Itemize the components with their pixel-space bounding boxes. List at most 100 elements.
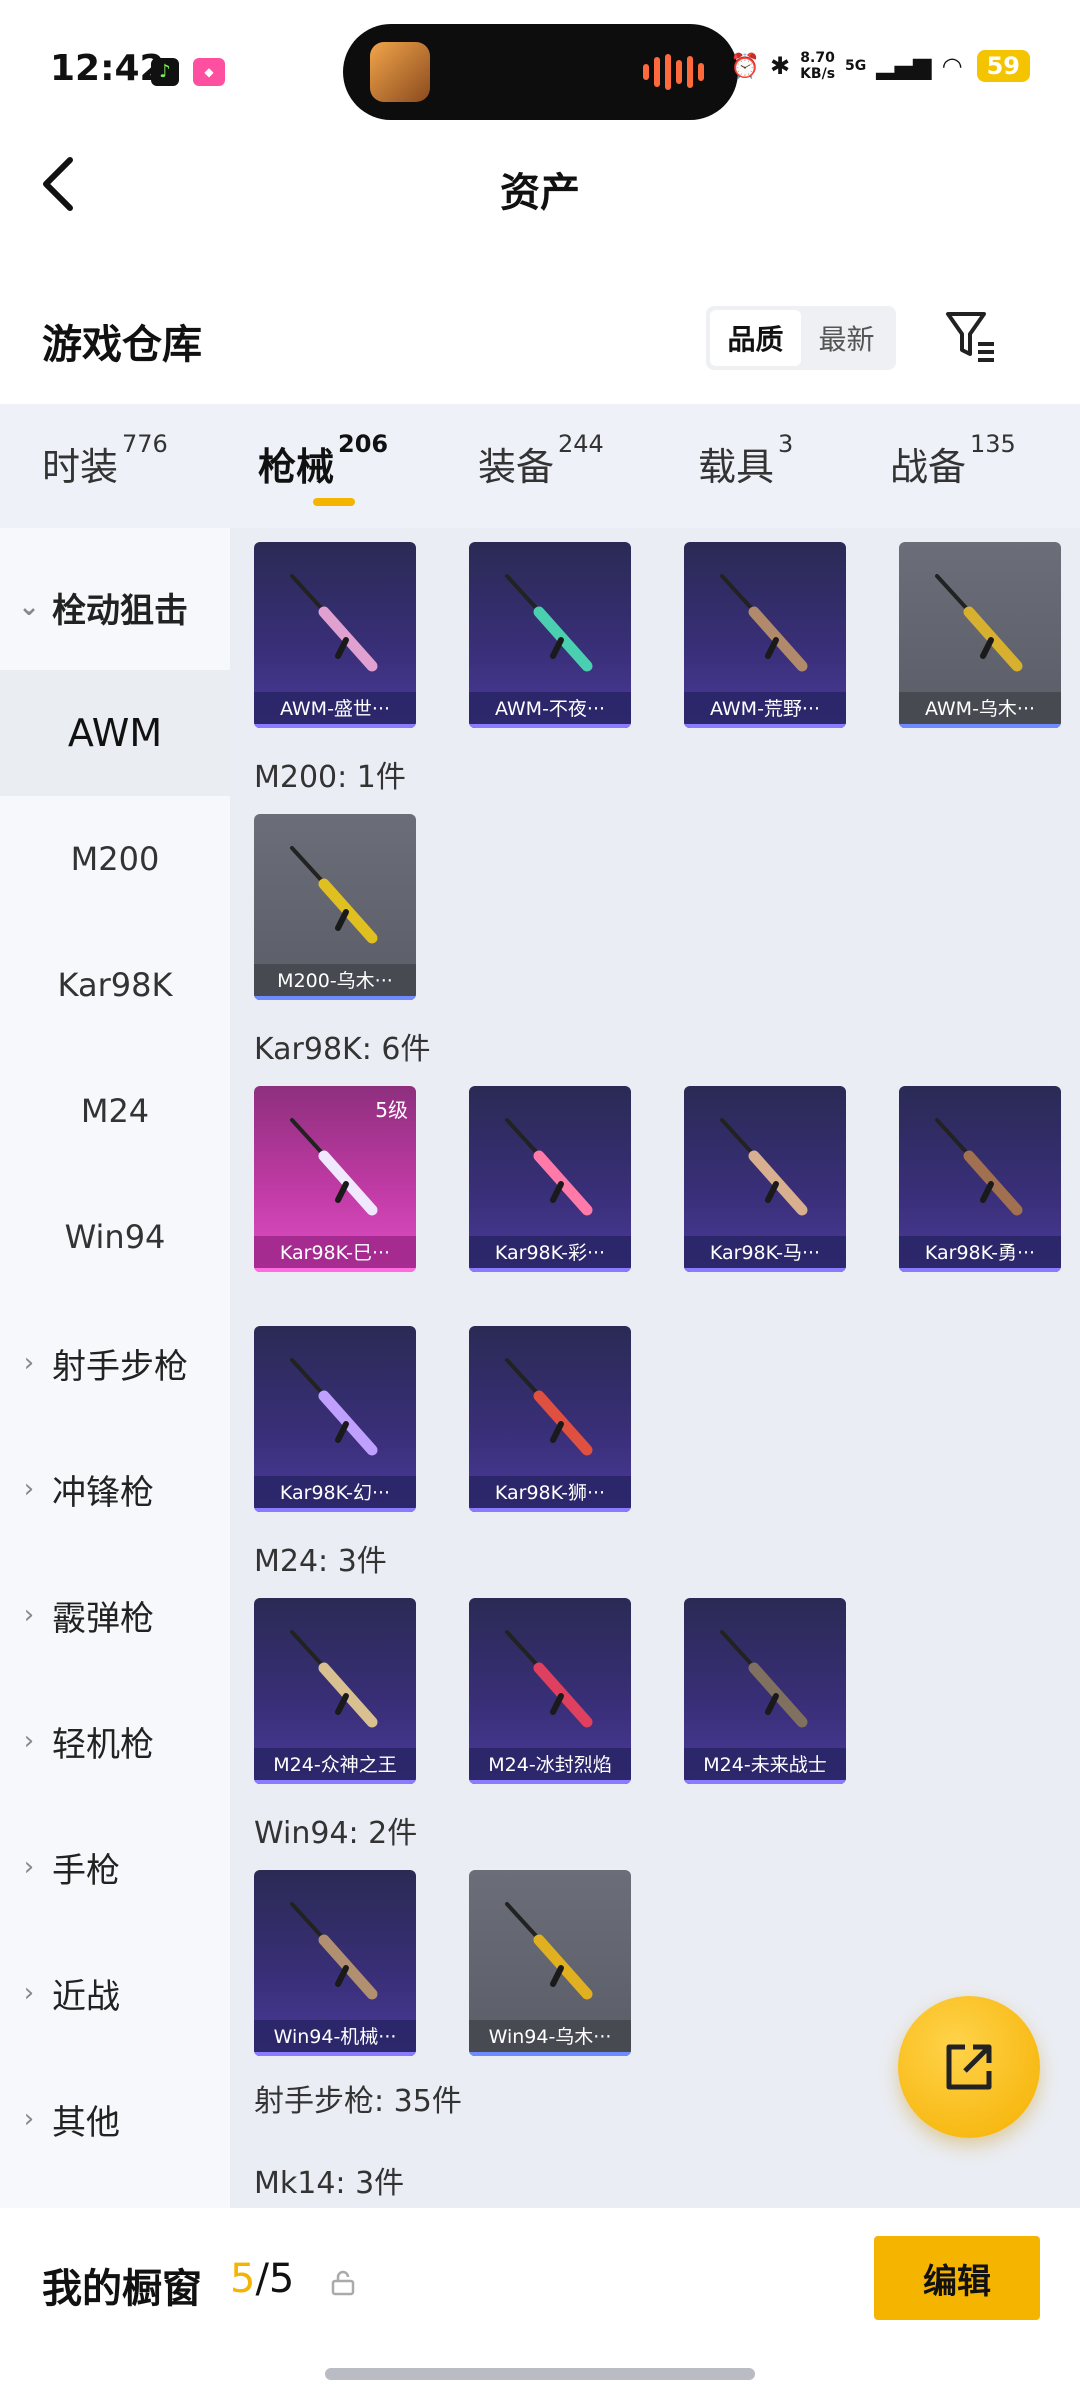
edit-button[interactable]: 编辑 — [874, 2236, 1040, 2320]
sidebar-item-shotgun[interactable]: › 霰弹枪 — [0, 1552, 230, 1678]
rifle-image — [935, 574, 1023, 672]
sidebar-item-lmg[interactable]: › 轻机枪 — [0, 1678, 230, 1804]
item-name: AWM-荒野··· — [684, 692, 846, 728]
item-card[interactable]: M24-未来战士 — [684, 1598, 846, 1784]
group-label-m24: M24: 3件 — [254, 1544, 387, 1579]
chevron-right-icon: › — [23, 1852, 35, 1882]
home-indicator — [325, 2368, 755, 2380]
chevron-right-icon: › — [23, 1726, 35, 1756]
sidebar-item-m200[interactable]: M200 — [0, 796, 230, 922]
item-name: Kar98K-彩··· — [469, 1236, 631, 1272]
item-name: Kar98K-勇··· — [899, 1236, 1061, 1272]
item-name: Win94-乌木··· — [469, 2020, 631, 2056]
rifle-image — [290, 1118, 378, 1216]
item-name: Kar98K-狮··· — [469, 1476, 631, 1512]
rifle-image — [720, 1630, 808, 1728]
share-button[interactable] — [898, 1996, 1040, 2138]
item-card[interactable]: Kar98K-彩··· — [469, 1086, 631, 1272]
tab-fashion[interactable]: 时装776 — [42, 430, 168, 491]
sidebar-item-m24[interactable]: M24 — [0, 1048, 230, 1174]
item-card[interactable]: Win94-机械··· — [254, 1870, 416, 2056]
group-label-win94: Win94: 2件 — [254, 1816, 418, 1851]
page-title: 资产 — [500, 170, 580, 216]
rifle-image — [505, 1630, 593, 1728]
item-card[interactable]: AWM-不夜··· — [469, 542, 631, 728]
system-icons: ⏰ ✱ 8.70 KB/s 5G ▂▄▆ ◠ 59 — [730, 50, 1030, 82]
showcase-label: 我的橱窗 — [42, 2266, 202, 2312]
sidebar-item-smg[interactable]: › 冲锋枪 — [0, 1426, 230, 1552]
active-tab-indicator — [313, 498, 355, 506]
group-label-marksman: 射手步枪: 35件 — [254, 2084, 462, 2119]
chevron-right-icon: › — [23, 2104, 35, 2134]
item-name: M24-未来战士 — [684, 1748, 846, 1784]
media-thumbnail — [370, 42, 430, 102]
bluetooth-icon: ✱ — [769, 52, 791, 80]
rifle-image — [290, 1902, 378, 2000]
chevron-right-icon: › — [23, 1600, 35, 1630]
alarm-icon: ⏰ — [730, 52, 760, 80]
rifle-image — [290, 574, 378, 672]
item-card[interactable]: Kar98K-马··· — [684, 1086, 846, 1272]
sidebar-item-kar98k[interactable]: Kar98K — [0, 922, 230, 1048]
wifi-icon: ◠ — [941, 52, 963, 80]
sort-toggle: 品质 最新 — [706, 306, 896, 370]
rifle-image — [505, 1118, 593, 1216]
battery-icon: 59 — [976, 50, 1030, 82]
dynamic-island[interactable] — [343, 24, 738, 120]
sidebar-item-awm[interactable]: AWM — [0, 670, 230, 796]
item-card[interactable]: M200-乌木··· — [254, 814, 416, 1000]
rifle-image — [505, 1902, 593, 2000]
sort-newest-button[interactable]: 最新 — [801, 310, 892, 366]
item-name: M200-乌木··· — [254, 964, 416, 1000]
rifle-image — [290, 1358, 378, 1456]
rifle-image — [935, 1118, 1023, 1216]
sort-quality-button[interactable]: 品质 — [710, 310, 801, 366]
item-card[interactable]: Kar98K-狮··· — [469, 1326, 631, 1512]
group-label-kar98k: Kar98K: 6件 — [254, 1032, 431, 1067]
weapon-sidebar: ⌄ 栓动狙击 AWM M200 Kar98K M24 Win94 › 射手步枪 › 冲… — [0, 528, 230, 2208]
chevron-right-icon: › — [23, 1978, 35, 2008]
rifle-image — [290, 846, 378, 944]
item-card[interactable]: AWM-盛世··· — [254, 542, 416, 728]
net-speed: 8.70 KB/s — [800, 50, 836, 82]
group-label-m200: M200: 1件 — [254, 760, 406, 795]
tab-vehicles[interactable]: 载具3 — [698, 430, 793, 491]
item-card[interactable]: Win94-乌木··· — [469, 1870, 631, 2056]
item-card[interactable]: M24-冰封烈焰 — [469, 1598, 631, 1784]
item-name: AWM-盛世··· — [254, 692, 416, 728]
item-card[interactable]: Kar98K-勇··· — [899, 1086, 1061, 1272]
sidebar-item-win94[interactable]: Win94 — [0, 1174, 230, 1300]
category-tabs: 时装776 枪械206 装备244 载具3 战备135 — [0, 404, 1080, 528]
item-name: AWM-乌木··· — [899, 692, 1061, 728]
lock-icon — [331, 2270, 355, 2296]
level-badge: 5级 — [375, 1098, 408, 1122]
item-card[interactable]: 5级 Kar98K-巳··· — [254, 1086, 416, 1272]
status-time: 12:42 — [50, 48, 165, 89]
signal-label: 5G — [845, 58, 867, 74]
chevron-right-icon: › — [23, 1348, 35, 1378]
group-label-mk14: Mk14: 3件 — [254, 2166, 405, 2201]
sidebar-item-bolt-action[interactable]: ⌄ 栓动狙击 — [0, 544, 230, 670]
rifle-image — [720, 574, 808, 672]
item-name: Kar98K-马··· — [684, 1236, 846, 1272]
sidebar-item-marksman[interactable]: › 射手步枪 — [0, 1300, 230, 1426]
tab-guns[interactable]: 枪械206 — [258, 430, 388, 491]
external-link-icon — [946, 2044, 992, 2090]
tab-equipment[interactable]: 装备244 — [478, 430, 604, 491]
app-notification-icon-2: ◆ — [193, 58, 225, 86]
rifle-image — [505, 574, 593, 672]
warehouse-title: 游戏仓库 — [42, 322, 202, 368]
item-name: Win94-机械··· — [254, 2020, 416, 2056]
sidebar-item-other[interactable]: › 其他 — [0, 2056, 230, 2182]
filter-icon[interactable] — [940, 306, 1000, 366]
tab-supplies[interactable]: 战备135 — [890, 430, 1016, 491]
item-card[interactable]: Kar98K-幻··· — [254, 1326, 416, 1512]
sidebar-item-melee[interactable]: › 近战 — [0, 1930, 230, 2056]
item-card[interactable]: AWM-乌木··· — [899, 542, 1061, 728]
item-card[interactable]: AWM-荒野··· — [684, 542, 846, 728]
item-name: M24-冰封烈焰 — [469, 1748, 631, 1784]
item-name: Kar98K-巳··· — [254, 1236, 416, 1272]
item-card[interactable]: M24-众神之王 — [254, 1598, 416, 1784]
item-name: M24-众神之王 — [254, 1748, 416, 1784]
sidebar-item-pistol[interactable]: › 手枪 — [0, 1804, 230, 1930]
